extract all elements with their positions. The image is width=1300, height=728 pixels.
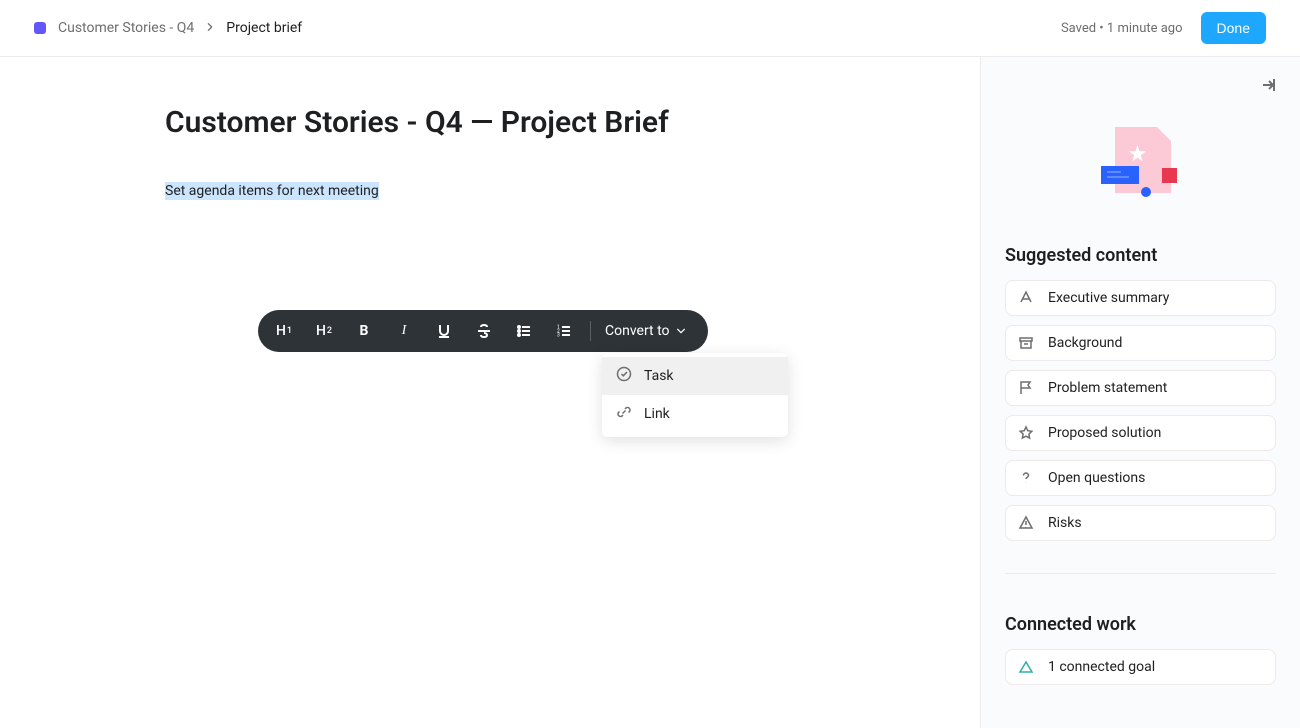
sidebar-divider	[1005, 573, 1276, 574]
underline-button[interactable]	[424, 311, 464, 351]
done-button[interactable]: Done	[1201, 12, 1266, 44]
breadcrumb-parent[interactable]: Customer Stories - Q4	[58, 20, 194, 36]
strikethrough-button[interactable]	[464, 311, 504, 351]
connected-item-label: 1 connected goal	[1048, 659, 1155, 675]
bullet-list-button[interactable]	[504, 311, 544, 351]
archive-icon	[1018, 335, 1034, 351]
toolbar-divider	[590, 321, 591, 341]
dropdown-item-label: Task	[644, 368, 674, 384]
star-icon	[1018, 425, 1034, 441]
suggest-risks[interactable]: Risks	[1005, 505, 1276, 541]
selected-text[interactable]: Set agenda items for next meeting	[165, 182, 379, 200]
save-status: Saved • 1 minute ago	[1061, 21, 1183, 36]
check-circle-icon	[616, 366, 632, 386]
suggest-background[interactable]: Background	[1005, 325, 1276, 361]
numbered-list-button[interactable]: 123	[544, 311, 584, 351]
convert-to-dropdown: Task Link	[602, 353, 788, 437]
sidebar: Suggested content Executive summary Back…	[980, 57, 1300, 728]
editor-area[interactable]: Customer Stories - Q4 — Project Brief Se…	[0, 57, 980, 728]
header: Customer Stories - Q4 Project brief Save…	[0, 0, 1300, 57]
link-icon	[616, 404, 632, 424]
suggest-proposed-solution[interactable]: Proposed solution	[1005, 415, 1276, 451]
heading2-button[interactable]: H2	[304, 311, 344, 351]
main: Customer Stories - Q4 — Project Brief Se…	[0, 57, 1300, 728]
suggest-item-label: Executive summary	[1048, 290, 1169, 306]
warning-icon	[1018, 515, 1034, 531]
breadcrumb-current[interactable]: Project brief	[226, 20, 302, 36]
connected-goal-item[interactable]: 1 connected goal	[1005, 649, 1276, 685]
question-icon	[1018, 470, 1034, 486]
project-color-icon	[34, 22, 46, 34]
connected-work-title: Connected work	[1005, 614, 1276, 635]
flag-icon	[1018, 380, 1034, 396]
chevron-down-icon	[676, 326, 686, 336]
suggest-executive-summary[interactable]: Executive summary	[1005, 280, 1276, 316]
formatting-toolbar: H1 H2 B I 123 Convert to	[258, 310, 708, 352]
suggest-item-label: Risks	[1048, 515, 1082, 531]
chevron-right-icon	[206, 21, 214, 35]
collapse-sidebar-icon[interactable]	[1260, 77, 1276, 97]
convert-to-label: Convert to	[605, 323, 670, 339]
breadcrumb: Customer Stories - Q4 Project brief	[34, 20, 302, 36]
italic-button[interactable]: I	[384, 311, 424, 351]
goal-triangle-icon	[1018, 659, 1034, 675]
dropdown-item-task[interactable]: Task	[602, 357, 788, 395]
svg-text:3: 3	[557, 333, 560, 339]
document-title[interactable]: Customer Stories - Q4 — Project Brief	[165, 105, 980, 140]
suggested-illustration	[1101, 127, 1181, 197]
suggest-item-label: Proposed solution	[1048, 425, 1161, 441]
suggest-item-label: Open questions	[1048, 470, 1145, 486]
suggest-open-questions[interactable]: Open questions	[1005, 460, 1276, 496]
dropdown-item-link[interactable]: Link	[602, 395, 788, 433]
dropdown-item-label: Link	[644, 406, 670, 422]
text-icon	[1018, 290, 1034, 306]
header-actions: Saved • 1 minute ago Done	[1061, 12, 1266, 44]
convert-to-button[interactable]: Convert to	[597, 323, 702, 339]
suggest-problem-statement[interactable]: Problem statement	[1005, 370, 1276, 406]
suggest-item-label: Background	[1048, 335, 1122, 351]
bold-button[interactable]: B	[344, 311, 384, 351]
suggest-item-label: Problem statement	[1048, 380, 1167, 396]
suggested-content-list: Executive summary Background Problem sta…	[1005, 280, 1276, 541]
suggested-content-title: Suggested content	[1005, 245, 1276, 266]
heading1-button[interactable]: H1	[264, 311, 304, 351]
